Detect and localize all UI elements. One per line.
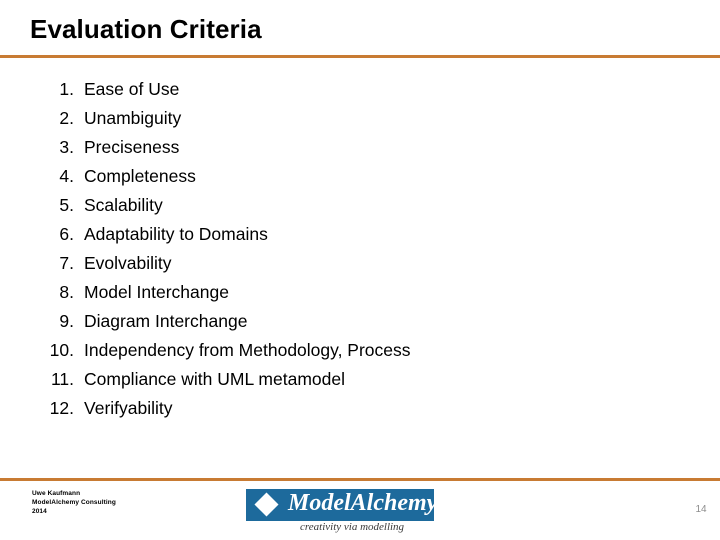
list-item-label: Unambiguity [84, 108, 182, 128]
list-item-number: 11. [50, 369, 74, 389]
list-item-number: 9. [59, 311, 74, 331]
list-item-number: 1. [59, 79, 74, 99]
footer-credit-company: ModelAlchemy Consulting [32, 499, 116, 506]
footer-credit: Uwe Kaufmann ModelAlchemy Consulting 201… [32, 489, 116, 516]
list-item: 11. Compliance with UML metamodel [30, 369, 650, 398]
list-item: 2. Unambiguity [30, 108, 650, 137]
list-item-label: Compliance with UML metamodel [84, 369, 345, 389]
list-item-label: Completeness [84, 166, 196, 186]
list-item: 10. Independency from Methodology, Proce… [30, 340, 650, 369]
footer-divider [0, 478, 720, 481]
footer-credit-year: 2014 [32, 508, 47, 515]
list-item-label: Scalability [84, 195, 163, 215]
list-item-label: Ease of Use [84, 79, 180, 99]
list-item: 7. Evolvability [30, 253, 650, 282]
page-title: Evaluation Criteria [30, 14, 262, 44]
list-item: 6. Adaptability to Domains [30, 224, 650, 253]
list-item-label: Diagram Interchange [84, 311, 248, 331]
slide-canvas: Evaluation Criteria 1. Ease of Use 2. Un… [0, 0, 720, 540]
list-item: 3. Preciseness [30, 137, 650, 166]
list-item: 1. Ease of Use [30, 79, 650, 108]
list-item-label: Adaptability to Domains [84, 224, 268, 244]
modelalchemy-logo: ModelAlchemy creativity via modelling [246, 489, 438, 533]
list-item-number: 6. [59, 224, 74, 244]
list-item: 4. Completeness [30, 166, 650, 195]
list-item-number: 7. [59, 253, 74, 273]
page-number: 14 [695, 504, 707, 515]
list-item-label: Preciseness [84, 137, 180, 157]
footer-credit-author: Uwe Kaufmann [32, 490, 81, 497]
criteria-list: 1. Ease of Use 2. Unambiguity 3. Precise… [30, 79, 650, 427]
list-item: 9. Diagram Interchange [30, 311, 650, 340]
logo-wordmark: ModelAlchemy [288, 490, 438, 516]
list-item-label: Evolvability [84, 253, 172, 273]
list-item-number: 12. [49, 398, 74, 418]
list-item-number: 3. [59, 137, 74, 157]
logo-tagline: creativity via modelling [300, 521, 405, 533]
list-item-number: 2. [59, 108, 74, 128]
list-item: 5. Scalability [30, 195, 650, 224]
list-item: 12. Verifyability [30, 398, 650, 427]
list-item-label: Verifyability [84, 398, 173, 418]
list-item-number: 8. [59, 282, 74, 302]
list-item-number: 5. [59, 195, 74, 215]
list-item-number: 10. [49, 340, 74, 360]
list-item: 8. Model Interchange [30, 282, 650, 311]
list-item-label: Model Interchange [84, 282, 229, 302]
list-item-label: Independency from Methodology, Process [84, 340, 411, 360]
list-item-number: 4. [59, 166, 74, 186]
title-divider [0, 55, 720, 58]
